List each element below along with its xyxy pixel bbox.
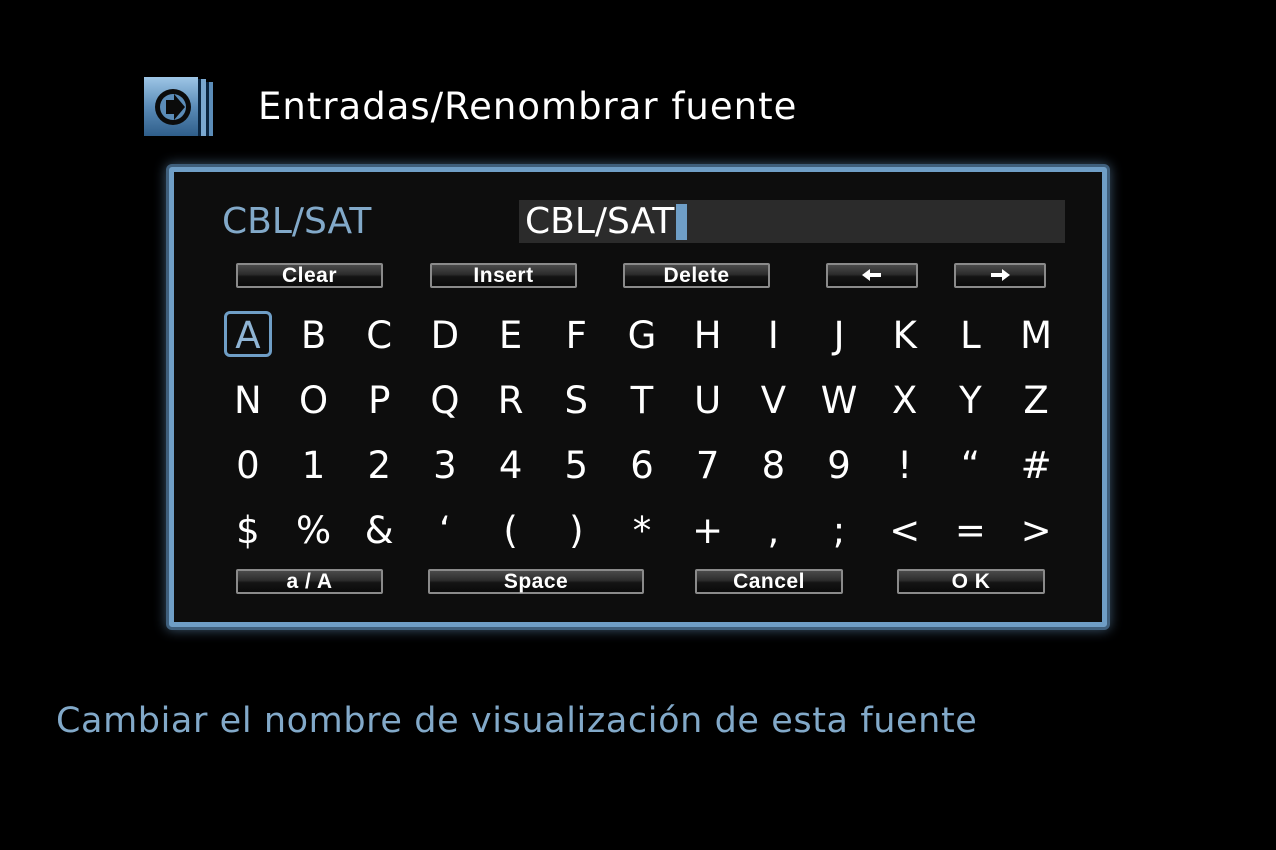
key-21[interactable]: V [741, 368, 807, 433]
key-48[interactable]: ; [806, 498, 872, 563]
ok-button[interactable]: O K [897, 569, 1045, 594]
key-41[interactable]: & [346, 498, 412, 563]
key-47[interactable]: , [741, 498, 807, 563]
key-18[interactable]: S [543, 368, 609, 433]
character-grid: A B C D E F G H I J K L M N O P Q R S T U V W X Y Z 0 1 2 3 4 5 6 7 8 9! “# $… [215, 303, 1069, 563]
key-40[interactable]: % [281, 498, 347, 563]
key-15[interactable]: P [346, 368, 412, 433]
clear-button[interactable]: Clear [236, 263, 383, 288]
help-text: Cambiar el nombre de visualización de es… [56, 701, 978, 741]
key-23[interactable]: X [872, 368, 938, 433]
key-38[interactable]: # [1003, 433, 1069, 498]
space-button[interactable]: Space [428, 569, 644, 594]
key-6[interactable]: G [609, 303, 675, 368]
key-29[interactable]: 3 [412, 433, 478, 498]
key-45[interactable]: * [609, 498, 675, 563]
case-toggle-button[interactable]: a / A [236, 569, 383, 594]
key-44[interactable]: ) [543, 498, 609, 563]
key-46[interactable]: + [675, 498, 741, 563]
key-43[interactable]: ( [478, 498, 544, 563]
key-17[interactable]: R [478, 368, 544, 433]
key-4[interactable]: E [478, 303, 544, 368]
key-32[interactable]: 6 [609, 433, 675, 498]
delete-button[interactable]: Delete [623, 263, 770, 288]
key-51[interactable]: > [1003, 498, 1069, 563]
key-42[interactable]: ‘ [412, 498, 478, 563]
key-27[interactable]: 1 [281, 433, 347, 498]
key-24[interactable]: Y [938, 368, 1004, 433]
key-13[interactable]: N [215, 368, 281, 433]
key-11[interactable]: L [938, 303, 1004, 368]
rename-dialog: CBL/SAT CBL/SAT Clear Insert Delete ABCD… [169, 167, 1107, 627]
cursor-left-button[interactable] [826, 263, 918, 288]
source-name-label: CBL/SAT [222, 201, 372, 242]
key-34[interactable]: 8 [741, 433, 807, 498]
key-39[interactable]: $ [215, 498, 281, 563]
key-25[interactable]: Z [1003, 368, 1069, 433]
key-36[interactable]: ! [872, 433, 938, 498]
input-arrow-icon [143, 76, 215, 138]
cancel-button[interactable]: Cancel [695, 569, 843, 594]
key-2[interactable]: C [346, 303, 412, 368]
key-16[interactable]: Q [412, 368, 478, 433]
key-35[interactable]: 9 [806, 433, 872, 498]
key-31[interactable]: 5 [543, 433, 609, 498]
key-3[interactable]: D [412, 303, 478, 368]
cursor-right-button[interactable] [954, 263, 1046, 288]
key-49[interactable]: < [872, 498, 938, 563]
arrow-left-icon [861, 264, 883, 287]
key-37[interactable]: “ [938, 433, 1004, 498]
key-30[interactable]: 4 [478, 433, 544, 498]
key-1[interactable]: B [281, 303, 347, 368]
key-0[interactable]: A [215, 303, 281, 368]
key-28[interactable]: 2 [346, 433, 412, 498]
insert-button[interactable]: Insert [430, 263, 577, 288]
key-8[interactable]: I [741, 303, 807, 368]
key-50[interactable]: = [938, 498, 1004, 563]
key-20[interactable]: U [675, 368, 741, 433]
page-title: Entradas/Renombrar fuente [258, 85, 798, 128]
name-input-value: CBL/SAT [525, 201, 675, 242]
key-19[interactable]: T [609, 368, 675, 433]
key-7[interactable]: H [675, 303, 741, 368]
text-cursor [676, 203, 688, 240]
key-26[interactable]: 0 [215, 433, 281, 498]
name-input-field[interactable]: CBL/SAT [519, 200, 1065, 243]
key-10[interactable]: K [872, 303, 938, 368]
key-9[interactable]: J [806, 303, 872, 368]
key-12[interactable]: M [1003, 303, 1069, 368]
key-14[interactable]: O [281, 368, 347, 433]
arrow-right-icon [989, 264, 1011, 287]
key-33[interactable]: 7 [675, 433, 741, 498]
key-22[interactable]: W [806, 368, 872, 433]
key-5[interactable]: F [543, 303, 609, 368]
